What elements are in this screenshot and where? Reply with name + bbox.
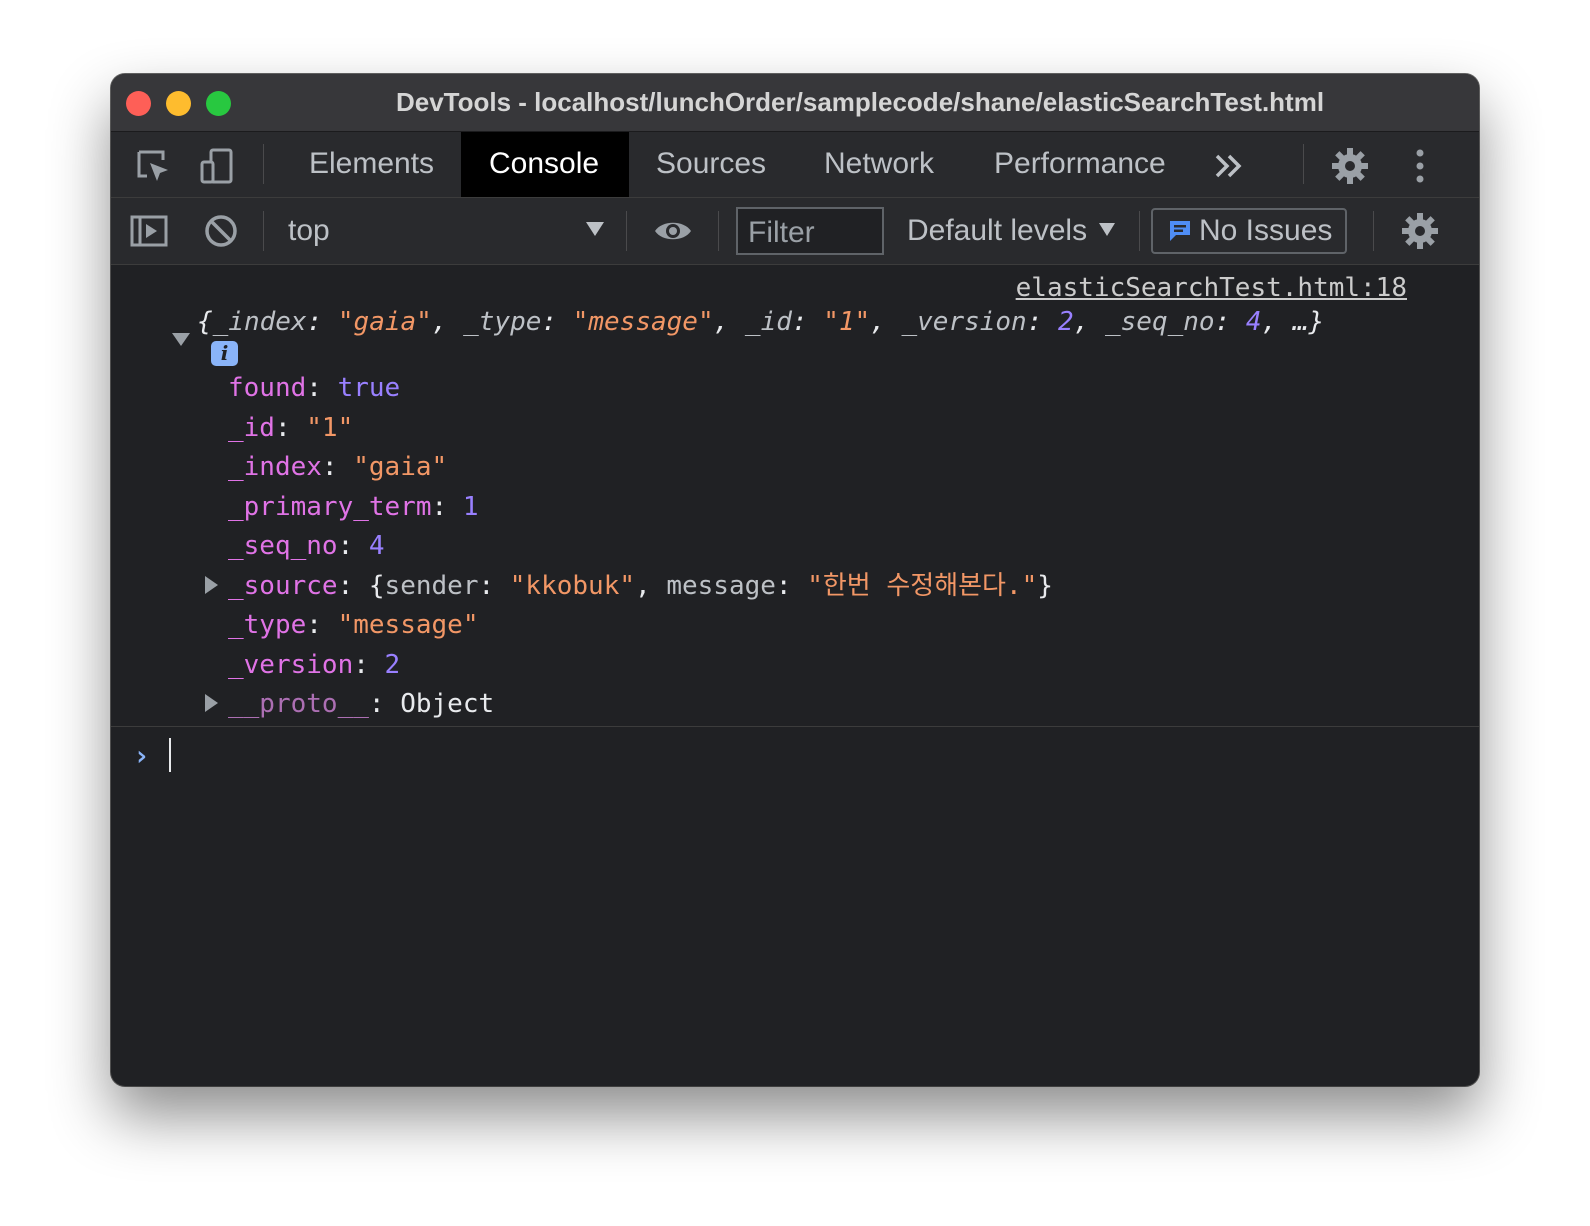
sidebar-toggle-icon[interactable]: [129, 211, 169, 251]
prompt-chevron-icon: ›: [133, 739, 150, 772]
minimize-window-button[interactable]: [166, 91, 191, 116]
context-selector[interactable]: top: [288, 198, 330, 264]
console-settings-gear-icon[interactable]: [1400, 211, 1440, 251]
toolbar-divider: [626, 211, 627, 251]
info-icon[interactable]: i: [211, 341, 238, 366]
expand-triangle-icon[interactable]: [205, 694, 218, 712]
toolbar-divider: [263, 211, 264, 251]
expand-triangle-icon[interactable]: [205, 576, 218, 594]
prop-version: _version: 2: [228, 650, 401, 680]
devtools-window: DevTools - localhost/lunchOrder/sampleco…: [111, 74, 1479, 1086]
console-divider: [111, 726, 1479, 727]
prop-proto[interactable]: __proto__: Object: [228, 689, 494, 719]
filter-input[interactable]: Filter: [736, 207, 884, 255]
console-output: elasticSearchTest.html:18 {_index: "gaia…: [111, 265, 1479, 1086]
collapse-triangle-icon[interactable]: [172, 333, 190, 346]
live-expression-eye-icon[interactable]: [653, 211, 693, 251]
prop-type: _type: "message": [228, 610, 479, 640]
message-icon: [1170, 221, 1190, 241]
issues-label: No Issues: [1199, 214, 1333, 247]
tab-performance[interactable]: Performance: [966, 132, 1194, 197]
source-link[interactable]: elasticSearchTest.html:18: [1016, 273, 1407, 303]
prop-index: _index: "gaia": [228, 452, 448, 482]
prop-primary-term: _primary_term: 1: [228, 492, 479, 522]
tab-console[interactable]: Console: [461, 132, 629, 197]
prop-id: _id: "1": [228, 413, 354, 443]
settings-gear-icon[interactable]: [1330, 146, 1370, 186]
toolbar-divider: [1373, 211, 1374, 251]
kebab-menu-icon[interactable]: [1400, 146, 1440, 186]
toolbar-divider: [1303, 144, 1304, 184]
tab-elements[interactable]: Elements: [281, 132, 462, 197]
chevron-down-icon[interactable]: [1099, 223, 1115, 236]
toolbar-divider: [263, 144, 264, 184]
more-tabs-chevron-icon[interactable]: [1209, 146, 1249, 186]
console-input[interactable]: [169, 738, 171, 772]
panel-tab-bar: Elements Console Sources Network Perform…: [111, 132, 1479, 198]
log-levels-dropdown[interactable]: Default levels: [907, 198, 1087, 264]
window-title: DevTools - localhost/lunchOrder/sampleco…: [395, 87, 1325, 117]
inspect-element-icon[interactable]: [133, 146, 173, 186]
prop-found: found: true: [228, 373, 401, 403]
issues-button[interactable]: No Issues: [1151, 208, 1347, 254]
prop-source[interactable]: _source: {sender: "kkobuk", message: "한번…: [228, 571, 1053, 601]
clear-console-icon[interactable]: [201, 211, 241, 251]
tab-sources[interactable]: Sources: [628, 132, 794, 197]
console-toolbar: top Filter Default levels No Issues: [111, 198, 1479, 265]
title-bar: DevTools - localhost/lunchOrder/sampleco…: [111, 74, 1479, 132]
close-window-button[interactable]: [126, 91, 151, 116]
object-summary[interactable]: {_index: "gaia", _type: "message", _id: …: [197, 307, 1324, 337]
tab-network[interactable]: Network: [796, 132, 962, 197]
chevron-down-icon[interactable]: [586, 222, 604, 236]
maximize-window-button[interactable]: [206, 91, 231, 116]
prop-seq-no: _seq_no: 4: [228, 531, 385, 561]
device-toolbar-icon[interactable]: [197, 146, 237, 186]
toolbar-divider: [1139, 211, 1140, 251]
toolbar-divider: [718, 211, 719, 251]
